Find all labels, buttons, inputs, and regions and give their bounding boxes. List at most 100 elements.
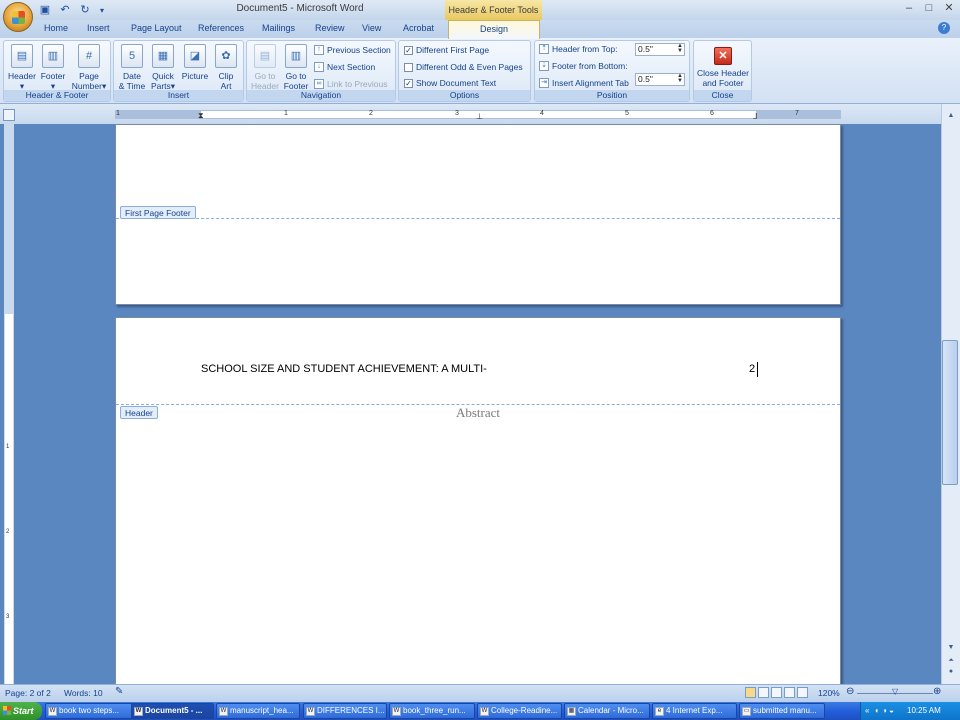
tab-home[interactable]: Home	[44, 23, 68, 33]
page-number-button[interactable]: # Page Number▾	[70, 44, 108, 91]
taskbar-item[interactable]: e4 Internet Exp...	[652, 703, 737, 719]
status-bar: Page: 2 of 2 Words: 10 ✎ 120% ⊖ ▽ ⊕	[0, 684, 960, 702]
go-to-footer-label-1: Go to	[285, 71, 307, 81]
zoom-level[interactable]: 120%	[818, 688, 840, 698]
right-tab-icon[interactable]: ⅃	[753, 112, 757, 121]
go-to-footer-button[interactable]: ▥ Go to Footer	[281, 44, 311, 91]
picture-button[interactable]: ◪ Picture	[180, 44, 210, 81]
go-to-header-button[interactable]: ▤ Go to Header	[250, 44, 280, 91]
date-time-button[interactable]: 5 Date & Time	[117, 44, 147, 91]
different-odd-even-option[interactable]: Different Odd & Even Pages	[404, 62, 523, 72]
different-odd-even-checkbox[interactable]	[404, 62, 413, 72]
page-count[interactable]: Page: 2 of 2	[5, 688, 51, 698]
indent-marker-icon[interactable]: ⧗	[198, 111, 204, 121]
close-header-footer-button[interactable]: ✕ Close Header and Footer	[696, 47, 750, 88]
group-label-position: Position	[535, 90, 689, 101]
taskbar-item[interactable]: Wbook two steps...	[45, 703, 141, 719]
start-button[interactable]: Start	[0, 702, 42, 720]
abstract-heading[interactable]: Abstract	[116, 405, 840, 421]
spinner-arrows-icon[interactable]: ▲ ▼	[677, 43, 683, 54]
header-from-top-spinner[interactable]: 0.5" ▲ ▼	[635, 43, 685, 56]
spinner-arrows-icon[interactable]: ▲ ▼	[677, 73, 683, 84]
header-button[interactable]: ▤ Header ▾	[6, 44, 38, 91]
scroll-down-icon[interactable]: ▼	[942, 644, 960, 656]
taskbar-item[interactable]: W College-Readine...	[477, 703, 562, 719]
page-2[interactable]: SCHOOL SIZE AND STUDENT ACHIEVEMENT: A M…	[115, 317, 841, 697]
show-document-text-option[interactable]: ✓ Show Document Text	[404, 78, 496, 88]
maximize-icon[interactable]: □	[922, 2, 936, 14]
horizontal-ruler[interactable]: 1 1 2 3 4 5 6 7 ⧗ ⊥ ⅃	[115, 110, 841, 121]
tab-review[interactable]: Review	[315, 23, 345, 33]
close-icon[interactable]: ✕	[942, 2, 956, 14]
running-head-text[interactable]: SCHOOL SIZE AND STUDENT ACHIEVEMENT: A M…	[201, 363, 487, 375]
taskbar-item-active[interactable]: W Document5 - ...	[131, 703, 214, 719]
draft-view-icon[interactable]	[797, 687, 808, 698]
footer-button[interactable]: ▥ Footer ▾	[38, 44, 68, 91]
taskbar-item[interactable]: Wbook_three_run...	[389, 703, 475, 719]
next-section-button[interactable]: ↓ Next Section	[314, 62, 375, 72]
zoom-slider-thumb-icon[interactable]: ▽	[892, 687, 898, 696]
zoom-out-icon[interactable]: ⊖	[846, 686, 854, 697]
group-label-header-footer: Header & Footer	[4, 90, 110, 101]
tray-expand-icon[interactable]: «	[865, 702, 869, 720]
clip-art-label-1: Clip	[218, 71, 234, 81]
footer-button-label: Footer	[40, 71, 66, 81]
proofing-icon[interactable]: ✎	[115, 686, 123, 697]
tab-view[interactable]: View	[362, 23, 381, 33]
vertical-ruler[interactable]: 1 2 3	[4, 124, 14, 684]
word-count[interactable]: Words: 10	[64, 688, 103, 698]
help-icon[interactable]: ?	[938, 22, 950, 34]
tab-references[interactable]: References	[198, 23, 244, 33]
taskbar-item-label: book two steps...	[59, 706, 120, 715]
page-number-field[interactable]: 2	[749, 363, 755, 375]
quick-parts-button[interactable]: ▦ Quick Parts▾	[149, 44, 177, 91]
previous-section-button[interactable]: ↑ Previous Section	[314, 45, 391, 55]
link-to-previous-button[interactable]: ∞ Link to Previous	[314, 79, 387, 89]
tab-selector-icon[interactable]	[3, 109, 15, 121]
scroll-up-icon[interactable]: ▲	[942, 112, 960, 124]
different-first-page-checkbox[interactable]: ✓	[404, 45, 413, 55]
different-first-page-option[interactable]: ✓ Different First Page	[404, 45, 489, 55]
tab-acrobat[interactable]: Acrobat	[403, 23, 434, 33]
show-document-text-checkbox[interactable]: ✓	[404, 78, 413, 88]
alignment-tab-icon: ⇥	[539, 78, 549, 88]
tab-design[interactable]: Design	[448, 20, 540, 39]
taskbar-item[interactable]: Wmanuscript_hea...	[216, 703, 300, 719]
center-tab-icon[interactable]: ⊥	[476, 112, 483, 121]
print-layout-view-icon[interactable]	[745, 687, 756, 698]
office-button[interactable]	[3, 2, 33, 32]
clock[interactable]: 10:25 AM	[907, 702, 941, 720]
ruler-number: 5	[625, 110, 629, 117]
select-browse-object-icon[interactable]: ●	[942, 668, 960, 680]
outline-view-icon[interactable]	[784, 687, 795, 698]
taskbar-item[interactable]: ▦ Calendar - Micro...	[564, 703, 650, 719]
zoom-in-icon[interactable]: ⊕	[933, 686, 941, 697]
word-doc-icon: W	[480, 707, 489, 716]
footer-position-icon: ⇣	[539, 61, 549, 71]
quick-parts-icon: ▦	[152, 44, 174, 68]
group-close: ✕ Close Header and Footer Close	[693, 40, 752, 102]
tab-mailings[interactable]: Mailings	[262, 23, 295, 33]
web-layout-icon[interactable]	[771, 687, 782, 698]
scrollbar-thumb[interactable]	[942, 340, 958, 485]
clip-art-button[interactable]: ✿ Clip Art	[213, 44, 239, 91]
page-1[interactable]: First Page Footer	[115, 124, 841, 305]
clip-art-icon: ✿	[215, 44, 237, 68]
vruler-number: 2	[6, 529, 10, 535]
full-screen-reading-icon[interactable]	[758, 687, 769, 698]
taskbar-item[interactable]: W DIFFERENCES I...	[303, 703, 387, 719]
insert-alignment-tab-button[interactable]: ⇥ Insert Alignment Tab	[539, 78, 629, 88]
close-header-footer-label-2: and Footer	[702, 78, 744, 88]
group-label-close: Close	[694, 90, 751, 101]
insert-alignment-tab-label: Insert Alignment Tab	[552, 78, 629, 88]
footer-from-bottom-spinner[interactable]: 0.5" ▲ ▼	[635, 73, 685, 86]
link-to-previous-label: Link to Previous	[327, 79, 388, 89]
taskbar-item[interactable]: ▭ submitted manu...	[739, 703, 825, 719]
tab-insert[interactable]: Insert	[87, 23, 110, 33]
tab-page-layout[interactable]: Page Layout	[131, 23, 182, 33]
minimize-icon[interactable]: –	[902, 2, 916, 14]
calendar-icon: 5	[121, 44, 143, 68]
text-cursor	[757, 362, 758, 377]
tray-icons[interactable]: ◐ ◑ ◒	[875, 702, 894, 720]
contextual-tab-label: Header & Footer Tools	[445, 0, 542, 20]
